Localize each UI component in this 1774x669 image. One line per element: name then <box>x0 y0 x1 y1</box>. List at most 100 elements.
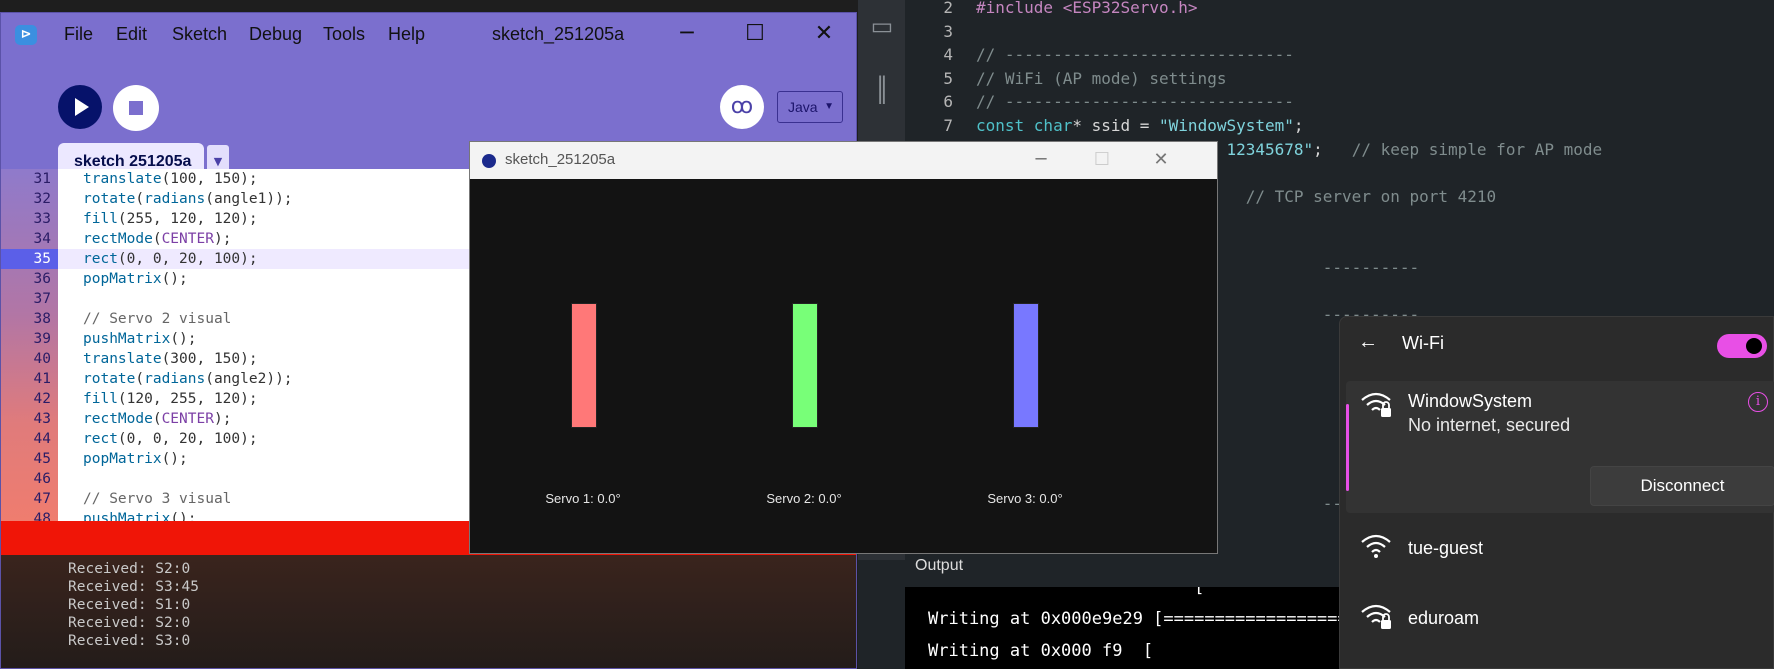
line-number: 4 <box>943 45 953 65</box>
sketch-window-title: sketch_251205a <box>505 151 616 168</box>
console-line: Received: S2:0 <box>68 615 191 631</box>
disconnect-button[interactable]: Disconnect <box>1590 466 1774 506</box>
line-number: 37 <box>33 291 51 307</box>
mode-selector[interactable]: Java ▼ <box>777 91 843 123</box>
line-number: 42 <box>33 391 51 407</box>
code-text: popMatrix(); <box>83 269 188 289</box>
run-button[interactable] <box>58 85 102 129</box>
code-token: rect <box>83 251 118 267</box>
chevron-down-icon: ▼ <box>824 101 834 112</box>
wifi-network-windowsystem[interactable]: WindowSystem No internet, secured i Disc… <box>1346 381 1774 513</box>
line-number: 6 <box>943 92 953 112</box>
line-number: 39 <box>33 331 51 347</box>
line-number: 35 <box>33 251 51 267</box>
code-text: // Servo 2 visual <box>83 309 231 329</box>
minimize-button[interactable]: ─ <box>668 19 706 49</box>
back-arrow-icon[interactable]: ← <box>1358 331 1378 354</box>
code-token: fill <box>83 391 118 407</box>
code-token: ( <box>152 411 162 427</box>
code-token: (); <box>161 271 188 287</box>
output-line: Writing at 0x000 f9 [ <box>928 641 1154 661</box>
board-manager-icon[interactable]: ▭ <box>868 12 896 40</box>
code-token: ); <box>213 231 232 247</box>
library-manager-icon[interactable]: ║ <box>868 76 896 104</box>
code-token: translate <box>83 171 162 187</box>
output-line: [ <box>928 587 1205 597</box>
code-token: // keep simple for AP mode <box>1351 139 1603 159</box>
wifi-secured-icon <box>1360 601 1394 631</box>
line-number: 33 <box>33 211 51 227</box>
maximize-button[interactable]: ☐ <box>736 19 774 49</box>
wifi-network-name: eduroam <box>1408 608 1480 628</box>
wifi-flyout: ← Wi-Fi WindowSystem No internet, secure… <box>1339 316 1774 669</box>
debugger-butterfly-icon[interactable]: ꝏ <box>720 85 764 129</box>
stop-button[interactable] <box>113 85 159 131</box>
code-token: rotate <box>83 371 136 387</box>
window-title: sketch_251205a <box>492 24 625 44</box>
code-token: #include <box>976 0 1063 17</box>
code-token: ( <box>152 231 162 247</box>
code-token: // ------------------------------ <box>976 45 1294 65</box>
menu-debug[interactable]: Debug <box>249 24 302 45</box>
connected-accent <box>1346 404 1349 491</box>
menu-sketch[interactable]: Sketch <box>172 24 227 45</box>
sketch-close-button[interactable]: ✕ <box>1143 146 1179 174</box>
code-token: pushMatrix <box>83 331 171 347</box>
line-number: 31 <box>33 171 51 187</box>
menu-tools[interactable]: Tools <box>323 24 365 45</box>
servo-3-bar <box>1013 303 1039 428</box>
code-text: fill(255, 120, 120); <box>83 209 258 229</box>
line-number: 45 <box>33 451 51 467</box>
line-number: 5 <box>943 68 953 88</box>
code-text: pushMatrix(); <box>83 329 197 349</box>
wifi-network-eduroam[interactable]: eduroam <box>1346 593 1774 653</box>
code-text: // ------------------------------ <box>976 43 1294 67</box>
line-number: 2 <box>943 0 953 17</box>
console-line: Received: S3:0 <box>68 633 191 649</box>
line-number: 46 <box>33 471 51 487</box>
line-number: 32 <box>33 191 51 207</box>
wifi-network-name: tue-guest <box>1408 538 1484 558</box>
code-text: translate(300, 150); <box>83 349 258 369</box>
sketch-maximize-button[interactable]: ☐ <box>1084 146 1120 174</box>
wifi-toggle[interactable] <box>1717 334 1767 358</box>
arduino-code-line: 3 <box>905 20 1774 44</box>
toolbar: ꝏ Java ▼ <box>1 55 856 143</box>
mode-label: Java <box>788 99 818 115</box>
code-text: fill(120, 255, 120); <box>83 389 258 409</box>
line-number: 34 <box>33 231 51 247</box>
code-token: translate <box>83 351 162 367</box>
wifi-icon <box>1360 531 1394 561</box>
sketch-minimize-button[interactable]: ─ <box>1023 146 1059 174</box>
wifi-network-tue-guest[interactable]: tue-guest <box>1346 523 1774 583</box>
code-text: #include <ESP32Servo.h> <box>976 0 1198 20</box>
code-token: radians <box>144 371 206 387</box>
menu-file[interactable]: File <box>64 24 93 45</box>
code-text: // Servo 3 visual <box>83 489 231 509</box>
arduino-code-line: 6 // ------------------------------ <box>905 90 1774 114</box>
arduino-code-line: 5 // WiFi (AP mode) settings <box>905 67 1774 91</box>
console-line: Received: S3:45 <box>68 579 199 595</box>
sketch-app-icon <box>482 154 496 168</box>
code-token: (100, 150); <box>161 171 258 187</box>
line-number: 7 <box>943 116 953 135</box>
menu-help[interactable]: Help <box>388 24 425 45</box>
code-token: rect <box>83 431 118 447</box>
code-text: const char* ssid = "WindowSystem"; <box>976 114 1304 138</box>
code-token: (0, 0, 20, 100); <box>117 431 258 447</box>
output-panel-title: Output <box>915 557 964 574</box>
code-text: rotate(radians(angle1)); <box>83 189 293 209</box>
wifi-network-name: WindowSystem <box>1408 391 1533 411</box>
code-token: CENTER <box>161 411 214 427</box>
info-icon[interactable]: i <box>1748 392 1768 412</box>
code-token: * ssid = <box>1072 116 1160 135</box>
code-token: (0, 0, 20, 100); <box>117 251 258 267</box>
code-text: rectMode(CENTER); <box>83 409 231 429</box>
code-text: rect(0, 0, 20, 100); <box>83 249 258 269</box>
servo-1-label: Servo 1: 0.0° <box>545 491 621 506</box>
servo-2-bar <box>792 303 818 428</box>
menu-edit[interactable]: Edit <box>116 24 147 45</box>
close-button[interactable]: ✕ <box>805 19 843 49</box>
processing-console: Received: S2:0 Received: S3:45 Received: S… <box>1 555 856 668</box>
code-token: (300, 150); <box>161 351 258 367</box>
